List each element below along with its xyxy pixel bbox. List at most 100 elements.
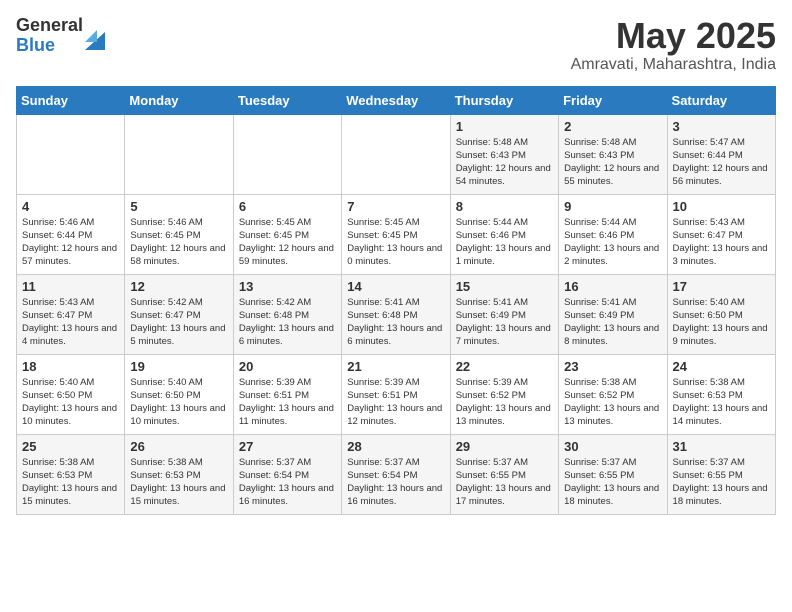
cell-info: Sunrise: 5:38 AM Sunset: 6:53 PM Dayligh… (22, 456, 119, 509)
calendar-cell: 24 Sunrise: 5:38 AM Sunset: 6:53 PM Dayli… (667, 354, 775, 434)
cell-info: Sunrise: 5:43 AM Sunset: 6:47 PM Dayligh… (673, 216, 770, 269)
day-number: 30 (564, 439, 661, 454)
day-number: 9 (564, 199, 661, 214)
cell-info: Sunrise: 5:44 AM Sunset: 6:46 PM Dayligh… (456, 216, 553, 269)
logo: General Blue (16, 16, 105, 56)
cell-info: Sunrise: 5:46 AM Sunset: 6:45 PM Dayligh… (130, 216, 227, 269)
cell-info: Sunrise: 5:40 AM Sunset: 6:50 PM Dayligh… (130, 376, 227, 429)
day-number: 2 (564, 119, 661, 134)
cell-info: Sunrise: 5:38 AM Sunset: 6:52 PM Dayligh… (564, 376, 661, 429)
day-number: 14 (347, 279, 444, 294)
cell-info: Sunrise: 5:45 AM Sunset: 6:45 PM Dayligh… (347, 216, 444, 269)
header-wednesday: Wednesday (342, 86, 450, 114)
day-number: 23 (564, 359, 661, 374)
day-number: 25 (22, 439, 119, 454)
header-friday: Friday (559, 86, 667, 114)
calendar-cell: 9 Sunrise: 5:44 AM Sunset: 6:46 PM Daylig… (559, 194, 667, 274)
calendar-cell (342, 114, 450, 194)
header-sunday: Sunday (17, 86, 125, 114)
day-number: 6 (239, 199, 336, 214)
cell-info: Sunrise: 5:37 AM Sunset: 6:55 PM Dayligh… (456, 456, 553, 509)
calendar-cell: 2Sunrise: 5:48 AM Sunset: 6:43 PM Daylig… (559, 114, 667, 194)
calendar-cell: 31 Sunrise: 5:37 AM Sunset: 6:55 PM Dayli… (667, 434, 775, 514)
calendar-header-row: SundayMondayTuesdayWednesdayThursdayFrid… (17, 86, 776, 114)
calendar-table: SundayMondayTuesdayWednesdayThursdayFrid… (16, 86, 776, 515)
cell-info: Sunrise: 5:43 AM Sunset: 6:47 PM Dayligh… (22, 296, 119, 349)
cell-info: Sunrise: 5:48 AM Sunset: 6:43 PM Dayligh… (456, 136, 553, 189)
cell-info: Sunrise: 5:37 AM Sunset: 6:54 PM Dayligh… (239, 456, 336, 509)
calendar-cell: 3 Sunrise: 5:47 AM Sunset: 6:44 PM Daylig… (667, 114, 775, 194)
calendar-cell (233, 114, 341, 194)
cell-info: Sunrise: 5:37 AM Sunset: 6:55 PM Dayligh… (564, 456, 661, 509)
calendar-cell (17, 114, 125, 194)
day-number: 21 (347, 359, 444, 374)
cell-info: Sunrise: 5:40 AM Sunset: 6:50 PM Dayligh… (22, 376, 119, 429)
calendar-cell: 23 Sunrise: 5:38 AM Sunset: 6:52 PM Dayli… (559, 354, 667, 434)
title-block: May 2025 Amravati, Maharashtra, India (571, 16, 776, 74)
day-number: 31 (673, 439, 770, 454)
day-number: 13 (239, 279, 336, 294)
logo-blue: Blue (16, 36, 83, 56)
day-number: 29 (456, 439, 553, 454)
day-number: 27 (239, 439, 336, 454)
cell-info: Sunrise: 5:41 AM Sunset: 6:49 PM Dayligh… (456, 296, 553, 349)
calendar-cell: 4 Sunrise: 5:46 AM Sunset: 6:44 PM Daylig… (17, 194, 125, 274)
day-number: 20 (239, 359, 336, 374)
day-number: 11 (22, 279, 119, 294)
day-number: 18 (22, 359, 119, 374)
cell-info: Sunrise: 5:47 AM Sunset: 6:44 PM Dayligh… (673, 136, 770, 189)
page-header: General Blue May 2025 Amravati, Maharash… (16, 16, 776, 74)
cell-info: Sunrise: 5:44 AM Sunset: 6:46 PM Dayligh… (564, 216, 661, 269)
header-monday: Monday (125, 86, 233, 114)
header-tuesday: Tuesday (233, 86, 341, 114)
calendar-cell: 5Sunrise: 5:46 AM Sunset: 6:45 PM Daylig… (125, 194, 233, 274)
calendar-cell: 13 Sunrise: 5:42 AM Sunset: 6:48 PM Dayli… (233, 274, 341, 354)
day-number: 17 (673, 279, 770, 294)
cell-info: Sunrise: 5:37 AM Sunset: 6:55 PM Dayligh… (673, 456, 770, 509)
calendar-cell: 8 Sunrise: 5:44 AM Sunset: 6:46 PM Daylig… (450, 194, 558, 274)
calendar-week-row: 11 Sunrise: 5:43 AM Sunset: 6:47 PM Dayli… (17, 274, 776, 354)
day-number: 3 (673, 119, 770, 134)
cell-info: Sunrise: 5:39 AM Sunset: 6:52 PM Dayligh… (456, 376, 553, 429)
calendar-cell: 10 Sunrise: 5:43 AM Sunset: 6:47 PM Dayli… (667, 194, 775, 274)
month-title: May 2025 (571, 16, 776, 56)
calendar-cell: 17Sunrise: 5:40 AM Sunset: 6:50 PM Dayli… (667, 274, 775, 354)
cell-info: Sunrise: 5:39 AM Sunset: 6:51 PM Dayligh… (239, 376, 336, 429)
day-number: 24 (673, 359, 770, 374)
calendar-cell: 29 Sunrise: 5:37 AM Sunset: 6:55 PM Dayli… (450, 434, 558, 514)
cell-info: Sunrise: 5:38 AM Sunset: 6:53 PM Dayligh… (673, 376, 770, 429)
calendar-cell: 15 Sunrise: 5:41 AM Sunset: 6:49 PM Dayli… (450, 274, 558, 354)
header-saturday: Saturday (667, 86, 775, 114)
cell-info: Sunrise: 5:39 AM Sunset: 6:51 PM Dayligh… (347, 376, 444, 429)
calendar-cell: 16 Sunrise: 5:41 AM Sunset: 6:49 PM Dayli… (559, 274, 667, 354)
cell-info: Sunrise: 5:41 AM Sunset: 6:49 PM Dayligh… (564, 296, 661, 349)
cell-info: Sunrise: 5:46 AM Sunset: 6:44 PM Dayligh… (22, 216, 119, 269)
calendar-week-row: 4 Sunrise: 5:46 AM Sunset: 6:44 PM Daylig… (17, 194, 776, 274)
calendar-week-row: 1Sunrise: 5:48 AM Sunset: 6:43 PM Daylig… (17, 114, 776, 194)
calendar-cell: 7Sunrise: 5:45 AM Sunset: 6:45 PM Daylig… (342, 194, 450, 274)
day-number: 19 (130, 359, 227, 374)
day-number: 28 (347, 439, 444, 454)
day-number: 26 (130, 439, 227, 454)
day-number: 4 (22, 199, 119, 214)
calendar-cell: 27 Sunrise: 5:37 AM Sunset: 6:54 PM Dayli… (233, 434, 341, 514)
location-title: Amravati, Maharashtra, India (571, 56, 776, 74)
calendar-cell: 18 Sunrise: 5:40 AM Sunset: 6:50 PM Dayli… (17, 354, 125, 434)
day-number: 16 (564, 279, 661, 294)
calendar-cell (125, 114, 233, 194)
calendar-cell: 19 Sunrise: 5:40 AM Sunset: 6:50 PM Dayli… (125, 354, 233, 434)
header-thursday: Thursday (450, 86, 558, 114)
calendar-cell: 14Sunrise: 5:41 AM Sunset: 6:48 PM Dayli… (342, 274, 450, 354)
logo-general: General (16, 16, 83, 36)
day-number: 10 (673, 199, 770, 214)
calendar-cell: 22Sunrise: 5:39 AM Sunset: 6:52 PM Dayli… (450, 354, 558, 434)
day-number: 8 (456, 199, 553, 214)
calendar-cell: 26Sunrise: 5:38 AM Sunset: 6:53 PM Dayli… (125, 434, 233, 514)
calendar-cell: 1Sunrise: 5:48 AM Sunset: 6:43 PM Daylig… (450, 114, 558, 194)
calendar-week-row: 25 Sunrise: 5:38 AM Sunset: 6:53 PM Dayli… (17, 434, 776, 514)
calendar-cell: 28 Sunrise: 5:37 AM Sunset: 6:54 PM Dayli… (342, 434, 450, 514)
day-number: 15 (456, 279, 553, 294)
calendar-cell: 11 Sunrise: 5:43 AM Sunset: 6:47 PM Dayli… (17, 274, 125, 354)
cell-info: Sunrise: 5:37 AM Sunset: 6:54 PM Dayligh… (347, 456, 444, 509)
cell-info: Sunrise: 5:42 AM Sunset: 6:48 PM Dayligh… (239, 296, 336, 349)
